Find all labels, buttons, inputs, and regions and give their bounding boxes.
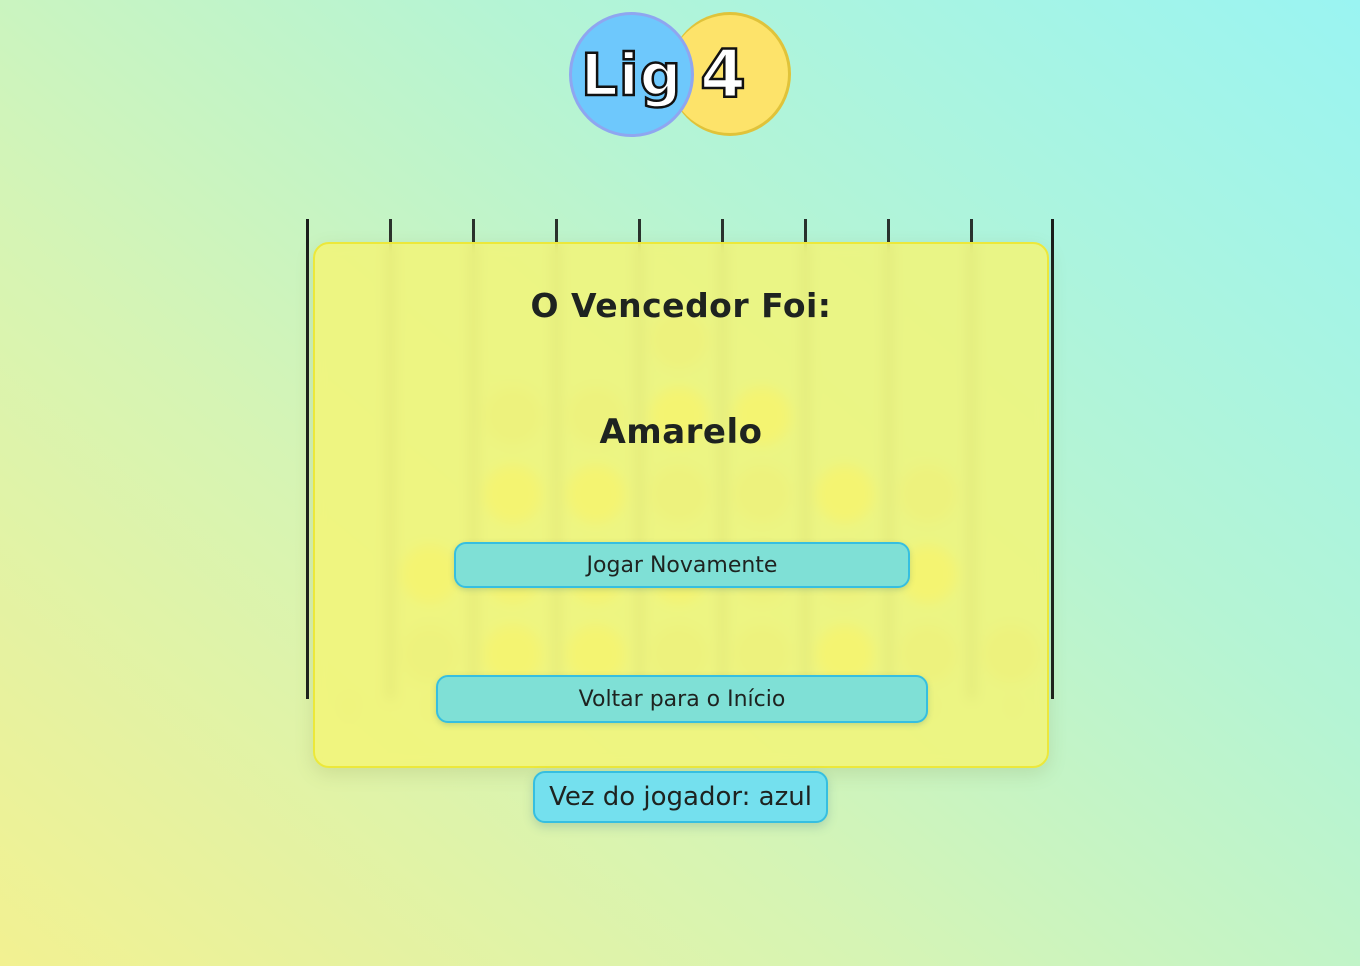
logo-word: Lig [580, 39, 683, 110]
logo-number: 4 [699, 34, 747, 114]
board-edge [1051, 219, 1054, 699]
board-edge [306, 219, 309, 699]
game-logo: 4 Lig [566, 12, 796, 142]
winner-title: O Vencedor Foi: [530, 286, 832, 325]
winner-modal: O Vencedor Foi: Amarelo Jogar Novamente … [313, 242, 1049, 768]
play-again-button[interactable]: Jogar Novamente [454, 542, 910, 588]
winner-name: Amarelo [599, 412, 763, 452]
back-home-button[interactable]: Voltar para o Início [436, 675, 928, 723]
logo-blue-circle: Lig [569, 12, 694, 137]
turn-indicator: Vez do jogador: azul [533, 771, 828, 823]
